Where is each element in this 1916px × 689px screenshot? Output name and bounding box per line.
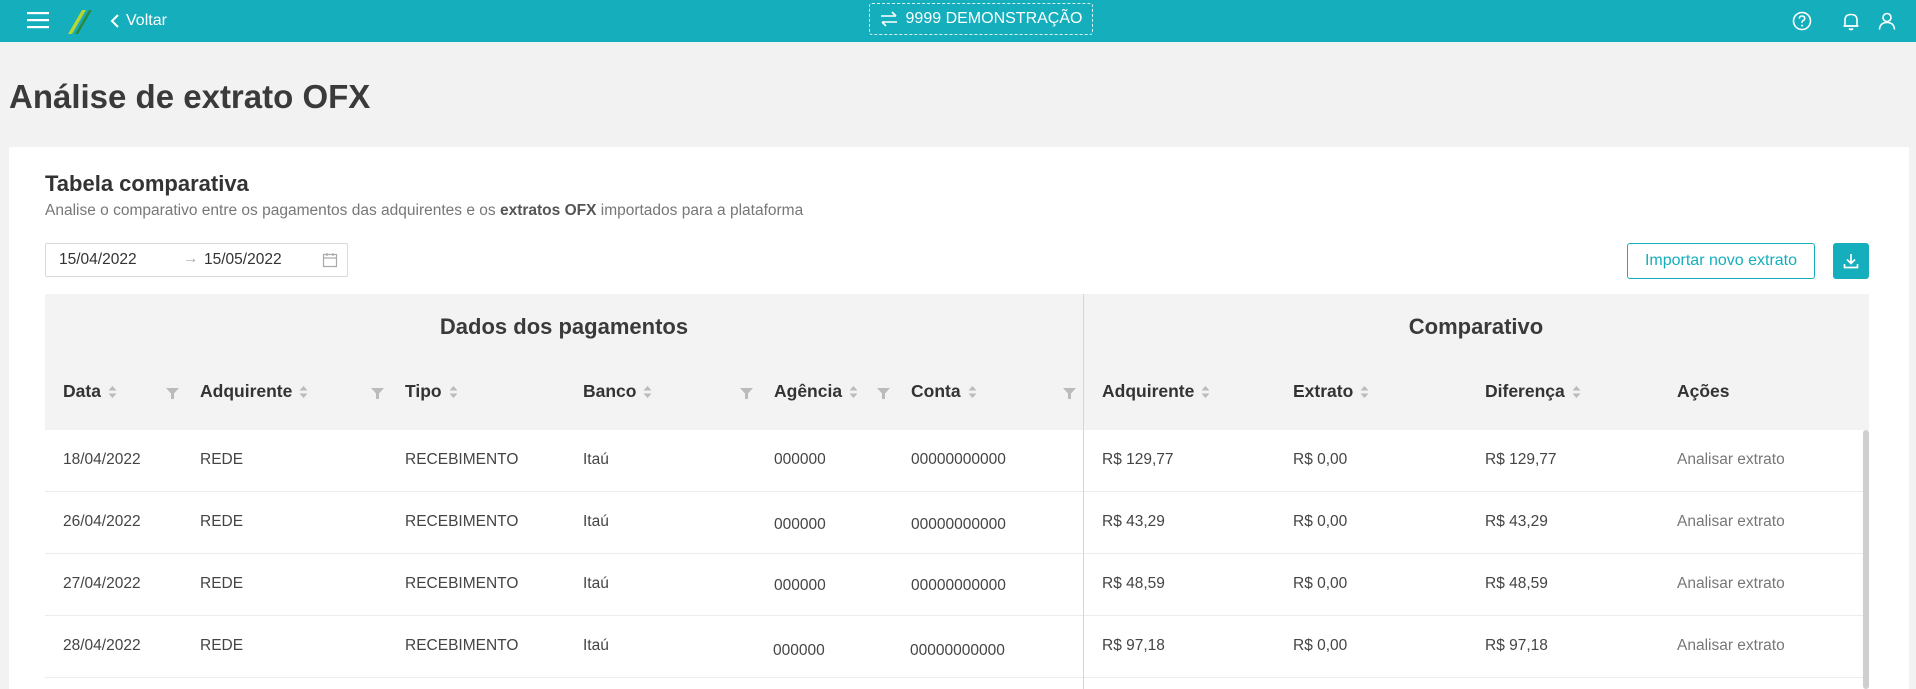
column-header-conta[interactable]: Conta <box>911 381 977 402</box>
cell-conta: 00000000000 <box>911 451 1006 468</box>
cell-banco: Itaú <box>583 575 609 592</box>
group-header-payments: Dados dos pagamentos <box>439 314 689 339</box>
table-row[interactable]: 26/04/2022 REDE RECEBIMENTO Itaú 000000 … <box>45 492 1869 554</box>
analyze-statement-link[interactable]: Analisar extrato <box>1677 513 1785 531</box>
page-title: Análise de extrato OFX <box>9 78 371 115</box>
download-icon <box>1843 254 1859 269</box>
table-header: Dados dos pagamentos Comparativo Data Ad… <box>45 294 1869 430</box>
cell-comparative-adquirente: R$ 129,77 <box>1102 451 1174 468</box>
help-icon[interactable] <box>1791 10 1813 32</box>
filter-icon[interactable] <box>1063 387 1076 400</box>
cell-data: 18/04/2022 <box>63 451 141 468</box>
cell-tipo: RECEBIMENTO <box>405 451 519 468</box>
column-header-diferenca[interactable]: Diferença <box>1485 381 1581 402</box>
cell-tipo: RECEBIMENTO <box>405 513 519 530</box>
arrow-right-icon: → <box>183 250 199 267</box>
cell-comparative-adquirente: R$ 43,29 <box>1102 513 1165 530</box>
cell-banco: Itaú <box>583 513 609 530</box>
comparative-card: Tabela comparativa Analise o comparativo… <box>9 147 1909 689</box>
cell-comparative-adquirente: R$ 97,18 <box>1102 637 1165 654</box>
bell-icon[interactable] <box>1840 10 1862 32</box>
column-header-comparative-adquirente[interactable]: Adquirente <box>1102 381 1210 402</box>
chevron-left-icon <box>110 14 119 28</box>
column-header-adquirente[interactable]: Adquirente <box>200 381 308 402</box>
section-description: Analise o comparativo entre os pagamento… <box>45 202 804 219</box>
filter-icon[interactable] <box>166 387 179 400</box>
table-scrollbar[interactable] <box>1863 430 1869 689</box>
cell-banco: Itaú <box>583 637 609 654</box>
back-label: Voltar <box>126 12 167 29</box>
cell-conta: 00000000000 <box>911 516 1006 533</box>
sort-icon[interactable] <box>849 385 858 399</box>
group-header-comparative: Comparativo <box>1408 314 1544 339</box>
start-date-input[interactable]: 15/04/2022 <box>59 251 137 269</box>
download-button[interactable] <box>1833 243 1869 279</box>
column-header-data[interactable]: Data <box>63 381 117 402</box>
calendar-icon[interactable] <box>322 252 338 268</box>
cell-extrato: R$ 0,00 <box>1293 637 1348 654</box>
cell-extrato: R$ 0,00 <box>1293 513 1348 530</box>
filter-icon[interactable] <box>877 387 890 400</box>
table-row[interactable]: 28/04/2022 REDE RECEBIMENTO Itaú 000000 … <box>45 616 1869 678</box>
company-name: 9999 DEMONSTRAÇÃO <box>905 10 1083 27</box>
cell-conta: 00000000000 <box>910 642 1005 659</box>
cell-agencia: 000000 <box>774 516 826 533</box>
group-divider <box>1083 294 1084 689</box>
analyze-statement-link[interactable]: Analisar extrato <box>1677 451 1785 469</box>
cell-data: 27/04/2022 <box>63 575 141 592</box>
user-icon[interactable] <box>1876 10 1898 32</box>
cell-diferenca: R$ 97,18 <box>1485 637 1548 654</box>
back-button[interactable]: Voltar <box>110 0 167 42</box>
import-statement-button[interactable]: Importar novo extrato <box>1627 243 1815 279</box>
cell-banco: Itaú <box>583 451 609 468</box>
analyze-statement-link[interactable]: Analisar extrato <box>1677 637 1785 655</box>
cell-adquirente: REDE <box>200 575 244 592</box>
sort-icon[interactable] <box>1572 385 1581 399</box>
cell-adquirente: REDE <box>200 637 244 654</box>
date-range-picker[interactable]: 15/04/2022 → 15/05/2022 <box>45 243 348 277</box>
cell-conta: 00000000000 <box>911 577 1006 594</box>
column-header-tipo[interactable]: Tipo <box>405 381 458 402</box>
cell-diferenca: R$ 43,29 <box>1485 513 1548 530</box>
sort-icon[interactable] <box>299 385 308 399</box>
table-row[interactable]: 18/04/2022 REDE RECEBIMENTO Itaú 000000 … <box>45 430 1869 492</box>
sort-icon[interactable] <box>108 385 117 399</box>
cell-comparative-adquirente: R$ 48,59 <box>1102 575 1165 592</box>
cell-diferenca: R$ 48,59 <box>1485 575 1548 592</box>
cell-data: 28/04/2022 <box>63 637 141 654</box>
top-bar: Voltar 9999 DEMONSTRAÇÃO <box>0 0 1916 42</box>
sort-icon[interactable] <box>449 385 458 399</box>
logo[interactable] <box>66 7 92 35</box>
cell-data: 26/04/2022 <box>63 513 141 530</box>
sort-icon[interactable] <box>1201 385 1210 399</box>
ofx-highlight: extratos OFX <box>499 202 597 219</box>
filter-icon[interactable] <box>740 387 753 400</box>
cell-tipo: RECEBIMENTO <box>405 575 519 592</box>
sort-icon[interactable] <box>643 385 652 399</box>
cell-extrato: R$ 0,00 <box>1293 451 1348 468</box>
cell-agencia: 000000 <box>773 642 825 659</box>
end-date-input[interactable]: 15/05/2022 <box>204 251 282 269</box>
column-header-acoes: Ações <box>1677 381 1730 401</box>
filter-icon[interactable] <box>371 387 384 400</box>
sort-icon[interactable] <box>968 385 977 399</box>
cell-agencia: 000000 <box>774 451 826 468</box>
company-switcher[interactable]: 9999 DEMONSTRAÇÃO <box>869 3 1093 35</box>
table-row[interactable]: 27/04/2022 REDE RECEBIMENTO Itaú 000000 … <box>45 554 1869 616</box>
cell-adquirente: REDE <box>200 513 244 530</box>
column-header-banco[interactable]: Banco <box>583 381 652 402</box>
comparative-table: Dados dos pagamentos Comparativo Data Ad… <box>45 294 1869 689</box>
cell-diferenca: R$ 129,77 <box>1485 451 1557 468</box>
cell-agencia: 000000 <box>774 577 826 594</box>
cell-adquirente: REDE <box>200 451 244 468</box>
section-title: Tabela comparativa <box>45 171 249 196</box>
swap-icon <box>880 11 897 27</box>
column-header-extrato[interactable]: Extrato <box>1293 381 1369 402</box>
column-header-agencia[interactable]: Agência <box>774 381 858 402</box>
cell-tipo: RECEBIMENTO <box>405 637 519 654</box>
cell-extrato: R$ 0,00 <box>1293 575 1348 592</box>
sort-icon[interactable] <box>1360 385 1369 399</box>
menu-icon[interactable] <box>27 10 49 30</box>
analyze-statement-link[interactable]: Analisar extrato <box>1677 575 1785 593</box>
